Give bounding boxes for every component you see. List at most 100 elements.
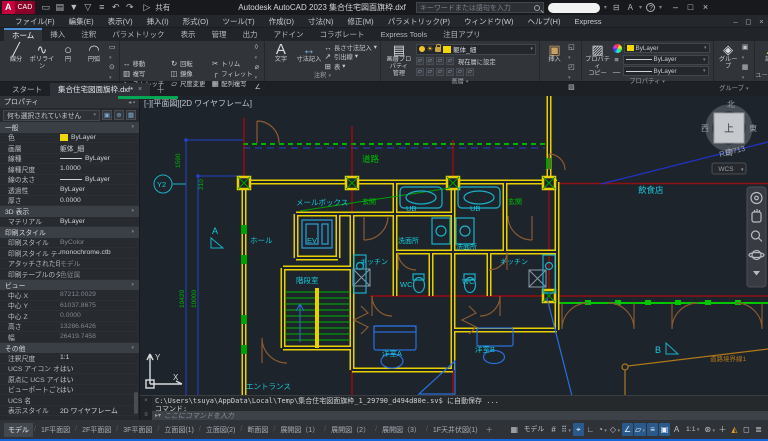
maximize-button[interactable]: □ (683, 0, 698, 15)
property-value[interactable]: 0.0000 (60, 312, 139, 319)
ribbon-tab-1[interactable]: 挿入 (42, 28, 73, 41)
layer-properties-button[interactable]: ▤ 画層プロパティ 管理 (384, 42, 414, 77)
menu-1[interactable]: 編集(E) (62, 16, 101, 27)
isometric-drafting-icon[interactable]: ◇ ▾ (609, 423, 621, 436)
ribbon-button-尺度変更[interactable]: ▱尺度変更 (170, 78, 205, 88)
layout-tab-展開図（3）[interactable]: 展開図（3） (378, 423, 425, 437)
layer-tool2-2[interactable]: ▱ (436, 68, 444, 76)
osnap-tracking-icon[interactable]: ∠ (622, 423, 633, 436)
grid-display-icon[interactable]: # (548, 423, 559, 436)
viewport-controls[interactable]: [-][平面図][2D ワイヤフレーム] (144, 99, 252, 108)
ribbon-button-トリム[interactable]: ✂トリム (211, 58, 252, 68)
search-input[interactable]: キーワードまたは語句を入力 (416, 2, 544, 13)
qat-icon-4[interactable]: ≡ (95, 2, 108, 13)
new-tab-button[interactable]: ＋ (150, 83, 171, 96)
property-value[interactable]: 1:1 (60, 354, 139, 361)
menu-5[interactable]: ツール(T) (216, 16, 262, 27)
property-value[interactable]: ByLayer (60, 218, 139, 225)
wcs-dropdown[interactable]: WCS ▾ (712, 163, 746, 174)
palette-section-その他[interactable]: その他▾ (0, 343, 139, 354)
layer-tool-2[interactable]: ▱ (426, 57, 434, 65)
palette-section-印刷スタイル[interactable]: 印刷スタイル▾ (0, 227, 139, 238)
layer-tool-1[interactable]: ▱ (436, 57, 444, 65)
doc-restore-button[interactable]: ◻ (742, 17, 755, 26)
create-mini-1[interactable]: ⊙ ▾ (109, 63, 116, 83)
ribbon-button-鏡像[interactable]: ◫鏡像 (170, 68, 205, 78)
dimension-button[interactable]: ↔ 寸法記入 (296, 42, 322, 71)
ribbon-tab-6[interactable]: 出力 (235, 28, 266, 41)
layer-on-icon[interactable] (419, 46, 425, 52)
ribbon-tab-0[interactable]: ホーム (4, 28, 42, 41)
ribbon-button-複写[interactable]: ▥複写 (123, 68, 164, 78)
account-badge[interactable] (548, 3, 600, 13)
menu-3[interactable]: 挿入(I) (140, 16, 176, 27)
navigation-bar[interactable] (747, 187, 766, 287)
tab-start[interactable]: スタート (4, 83, 50, 96)
property-value[interactable]: ByLayer (60, 155, 139, 162)
ribbon-tab-3[interactable]: パラメトリック (104, 28, 172, 41)
property-value[interactable]: 0.0000 (60, 197, 139, 204)
property-value[interactable]: はい (60, 384, 139, 394)
command-input[interactable]: ▸▾ ここにコマンドを入力 (152, 411, 768, 420)
layout-tab-1F平面図[interactable]: 1F平面図 (37, 423, 74, 437)
property-value[interactable]: はい (60, 374, 139, 384)
menu-9[interactable]: パラメトリック(P) (381, 16, 457, 27)
section-collapse-icon[interactable]: ▾ (131, 345, 134, 351)
match-properties-button[interactable]: ▨ プロパティ コピー (585, 42, 611, 77)
layer-tool2-3[interactable]: ▱ (446, 68, 454, 76)
layout-tab-モデル[interactable]: モデル (4, 423, 33, 437)
model-paper-toggle[interactable]: モデル (521, 423, 547, 436)
command-pencil-icon[interactable]: ▸▾ (155, 412, 161, 419)
qat-icon-5[interactable]: ↶ (109, 2, 122, 13)
property-value[interactable]: 26419.7458 (60, 333, 139, 340)
layout-tab-立面図(2)[interactable]: 立面図(2) (202, 423, 240, 437)
layout-grid-icon[interactable]: ▦ (509, 423, 520, 436)
quick-measure-icon[interactable]: ＋ (717, 423, 728, 436)
object-color-dropdown[interactable]: ByLayer▾ (624, 43, 710, 53)
measure-button[interactable]: ∡ 計測 (758, 42, 768, 71)
panel-groups-footer[interactable]: グループ▾ (714, 84, 755, 94)
group-button[interactable]: ◈ グループ (717, 42, 740, 84)
infer-constraints-icon[interactable]: ⌖ (573, 423, 584, 436)
ribbon-tab-8[interactable]: コラボレート (312, 28, 373, 41)
ribbon-button-表[interactable]: ⊞表 ▾ (324, 62, 377, 71)
selection-tool-1[interactable]: ⊕ (114, 110, 124, 120)
selection-tool-2[interactable]: ▦ (126, 110, 136, 120)
modify-mini-1[interactable]: ⌀ ▾ (255, 63, 261, 83)
create-mini-0[interactable]: ▭ ▾ (109, 43, 116, 63)
section-collapse-icon[interactable]: ▾ (131, 208, 134, 214)
lineweight-dropdown[interactable]: ByLayer▾ (623, 55, 709, 65)
close-button[interactable]: × (698, 0, 713, 15)
layout-tab-立面図(1)[interactable]: 立面図(1) (160, 423, 198, 437)
ribbon-button-回転[interactable]: ↻回転 (170, 58, 205, 68)
menu-6[interactable]: 作成(D) (262, 16, 301, 27)
layer-dropdown-icon[interactable]: ▾ (530, 46, 533, 52)
block-mini-1[interactable]: ◰ ▾ (568, 63, 577, 83)
ribbon-tab-4[interactable]: 表示 (173, 28, 204, 41)
qat-icon-6[interactable]: ↷ (123, 2, 136, 13)
doc-minimize-button[interactable]: – (729, 17, 742, 26)
ribbon-tab-7[interactable]: アドイン (266, 28, 312, 41)
search-icon[interactable] (534, 5, 540, 11)
graphics-performance-icon[interactable]: ◭ (729, 423, 740, 436)
tab-document[interactable]: 集合住宅図面旗枠.dxf* × (50, 83, 150, 96)
layer-tool2-4[interactable]: ▱ (456, 68, 464, 76)
property-value[interactable]: ByLayer (60, 186, 139, 193)
qat-icon-3[interactable]: ▽ (81, 2, 94, 13)
ribbon-button-長さ寸法記入[interactable]: ↔長さ寸法記入 ▾ (324, 43, 377, 52)
layout-tab-2F平面図[interactable]: 2F平面図 (78, 423, 115, 437)
layout-tab-3F平面図[interactable]: 3F平面図 (119, 423, 156, 437)
assistant-icon[interactable]: A (626, 3, 635, 12)
insert-block-button[interactable]: ▣ 挿入 (543, 42, 566, 104)
layer-tool2-1[interactable]: ▱ (426, 68, 434, 76)
layer-lock-icon[interactable] (435, 47, 441, 52)
selection-tool-0[interactable]: ▣ (102, 110, 112, 120)
layout-tab-展開図（2）[interactable]: 展開図（2） (327, 423, 374, 437)
polar-tracking-icon[interactable]: ◔ ▾ (597, 423, 608, 436)
menu-8[interactable]: 修正(M) (340, 16, 380, 27)
selection-dropdown[interactable]: 何も選択されていません ▾ (3, 110, 100, 121)
text-button[interactable]: A 文字 (268, 42, 294, 71)
property-value[interactable]: monochrome.ctb (60, 249, 139, 256)
qat-icon-0[interactable]: ▭ (39, 2, 52, 13)
property-value[interactable]: 87212.0029 (60, 291, 139, 298)
